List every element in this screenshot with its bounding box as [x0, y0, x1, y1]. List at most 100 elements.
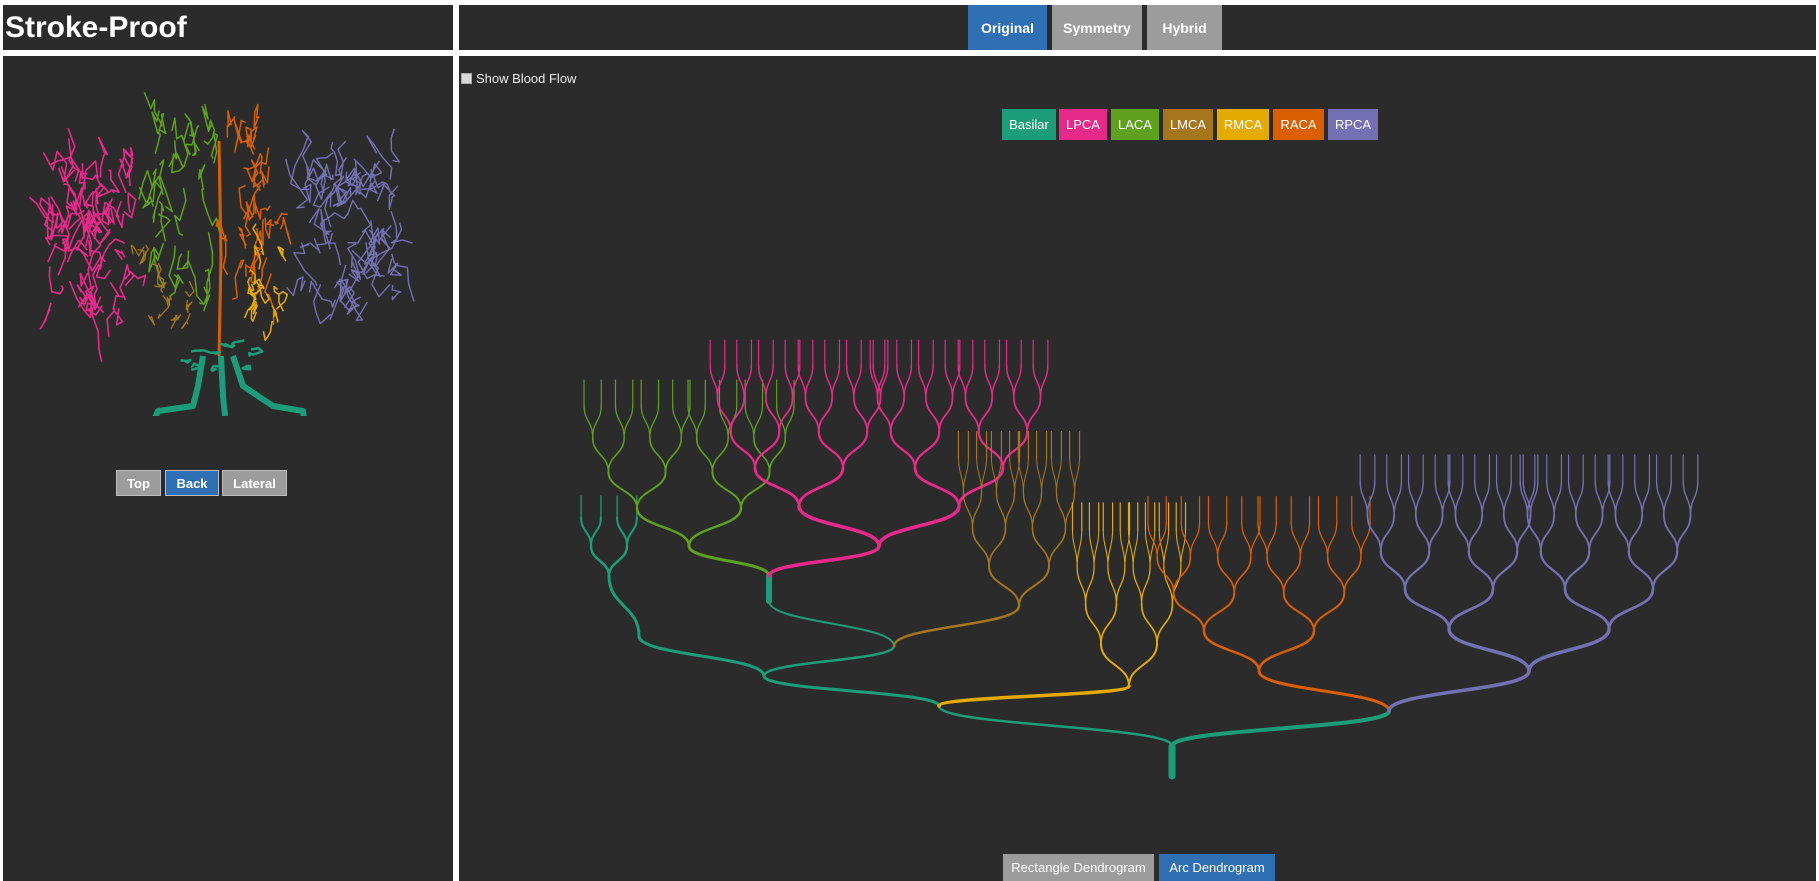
legend-lpca[interactable]: LPCA [1059, 109, 1107, 140]
vessel-strand [203, 119, 216, 145]
vessel-strand [174, 187, 187, 236]
dendrogram-branch [1241, 521, 1252, 558]
view-back-button[interactable]: Back [165, 470, 219, 496]
vessel-strand [157, 112, 167, 135]
vessel-strand [123, 192, 137, 219]
dendrogram-branch [1662, 514, 1679, 553]
dendrogram-branch [1447, 587, 1495, 631]
dendrogram-branch [716, 364, 726, 399]
dendrogram-branch [925, 364, 934, 399]
dendrogram-branch [1069, 457, 1076, 493]
vessel-strand [277, 246, 287, 262]
legend-basilar[interactable]: Basilar [1002, 109, 1056, 140]
dendrogram-branch [1012, 396, 1029, 433]
dendrogram-branch [1634, 480, 1643, 516]
legend-lmca[interactable]: LMCA [1163, 109, 1213, 140]
dendrogram-branch [1140, 603, 1158, 645]
dendrogram-branch [1032, 364, 1042, 399]
tab-hybrid[interactable]: Hybrid [1147, 5, 1222, 50]
dendrogram-branch [1031, 491, 1043, 529]
dendrogram-branch [1018, 565, 1050, 607]
dendrogram-branch [762, 644, 896, 678]
dendrogram-branch [784, 364, 794, 399]
show-blood-flow-option[interactable]: Show Blood Flow [461, 71, 576, 86]
basilar-vessel [230, 355, 307, 416]
dendrogram-branch [1663, 480, 1672, 516]
legend-rpca[interactable]: RPCA [1328, 109, 1378, 140]
dendrogram-branch [664, 436, 683, 473]
tabs-bar: Original Symmetry Hybrid [459, 5, 1816, 50]
dendrogram-branch [1156, 521, 1167, 558]
arc-dendrogram-button[interactable]: Arc Dendrogram [1159, 854, 1275, 881]
dendrogram-branch [1414, 514, 1431, 553]
tab-original[interactable]: Original [968, 5, 1047, 50]
vessel-strand [42, 150, 68, 183]
legend-laca[interactable]: LACA [1111, 109, 1159, 140]
app-title: Stroke-Proof [5, 11, 187, 44]
dendrogram-branch [1022, 457, 1029, 493]
dendrogram-branch [1467, 550, 1495, 591]
dendrogram-branch [1266, 521, 1277, 558]
dendrogram-branch [1343, 556, 1362, 594]
dendrogram-branch [1119, 529, 1126, 567]
dendrogram-branch [1036, 457, 1043, 493]
dendrogram-branch [1076, 565, 1087, 605]
dendrogram-branch [589, 544, 611, 578]
dendrogram-branch [964, 364, 974, 399]
vessel-strand [245, 147, 270, 183]
dendrogram-branch [991, 364, 1001, 399]
dendrogram-branch [1132, 529, 1139, 567]
dendrogram-branch [1022, 491, 1034, 529]
dendrogram-branch [852, 396, 869, 433]
dendrogram-branch [672, 404, 682, 439]
dendrogram-branch [1689, 480, 1699, 516]
dendrogram-branch [696, 404, 706, 439]
legend-raca[interactable]: RACA [1273, 109, 1324, 140]
show-blood-flow-checkbox[interactable] [461, 73, 472, 84]
midline-vessel [217, 140, 223, 357]
dendrogram-branch [1216, 556, 1236, 594]
dendrogram-branch [1147, 521, 1158, 558]
legend-rmca[interactable]: RMCA [1217, 109, 1269, 140]
dendrogram-branch [614, 404, 625, 439]
dendrogram-branch [817, 430, 845, 470]
dendrogram-branch [1447, 627, 1531, 673]
vessel-strand [241, 364, 252, 371]
dendrogram-branch [990, 457, 997, 493]
vessel-strand [337, 140, 347, 179]
dendrogram-branch [1026, 396, 1042, 433]
vessel-strand [346, 199, 372, 233]
dendrogram-branch [1189, 521, 1201, 558]
vessel-strand [245, 126, 257, 148]
vessel-strand [285, 276, 306, 297]
vessel-strand [210, 364, 219, 373]
brain-vessel-render[interactable] [3, 56, 453, 416]
dendrogram-branch [1172, 592, 1205, 632]
vessel-strand [279, 216, 292, 245]
dendrogram-branch [831, 364, 841, 399]
dendrogram-branch [1013, 364, 1022, 399]
dendrogram-branch [1326, 556, 1346, 594]
view-lateral-button[interactable]: Lateral [222, 470, 287, 496]
dendrogram-branch [824, 364, 833, 399]
vessel-strand [185, 299, 193, 314]
vessel-strand [325, 233, 342, 266]
view-top-button[interactable]: Top [116, 470, 161, 496]
vessel-strand [220, 342, 233, 348]
dendrogram-branch [1495, 480, 1505, 516]
dendrogram-branch [607, 436, 625, 473]
dendrogram-branch [962, 457, 969, 493]
vessel-strand [203, 231, 214, 295]
dendrogram-branch [591, 436, 610, 473]
dendrogram-branch [1156, 556, 1175, 594]
vessel-strand [171, 117, 190, 142]
dendrogram-branch [1651, 550, 1679, 591]
rectangle-dendrogram-button[interactable]: Rectangle Dendrogram [1003, 854, 1154, 881]
dendrogram-branch [988, 527, 1007, 567]
dendrogram-branch [640, 404, 651, 439]
dendrogram-branch [1527, 627, 1611, 673]
dendrogram-branch [1351, 521, 1362, 558]
dendrogram-branch [804, 396, 820, 433]
dendrogram-branch [1093, 529, 1100, 567]
tab-symmetry[interactable]: Symmetry [1052, 5, 1142, 50]
